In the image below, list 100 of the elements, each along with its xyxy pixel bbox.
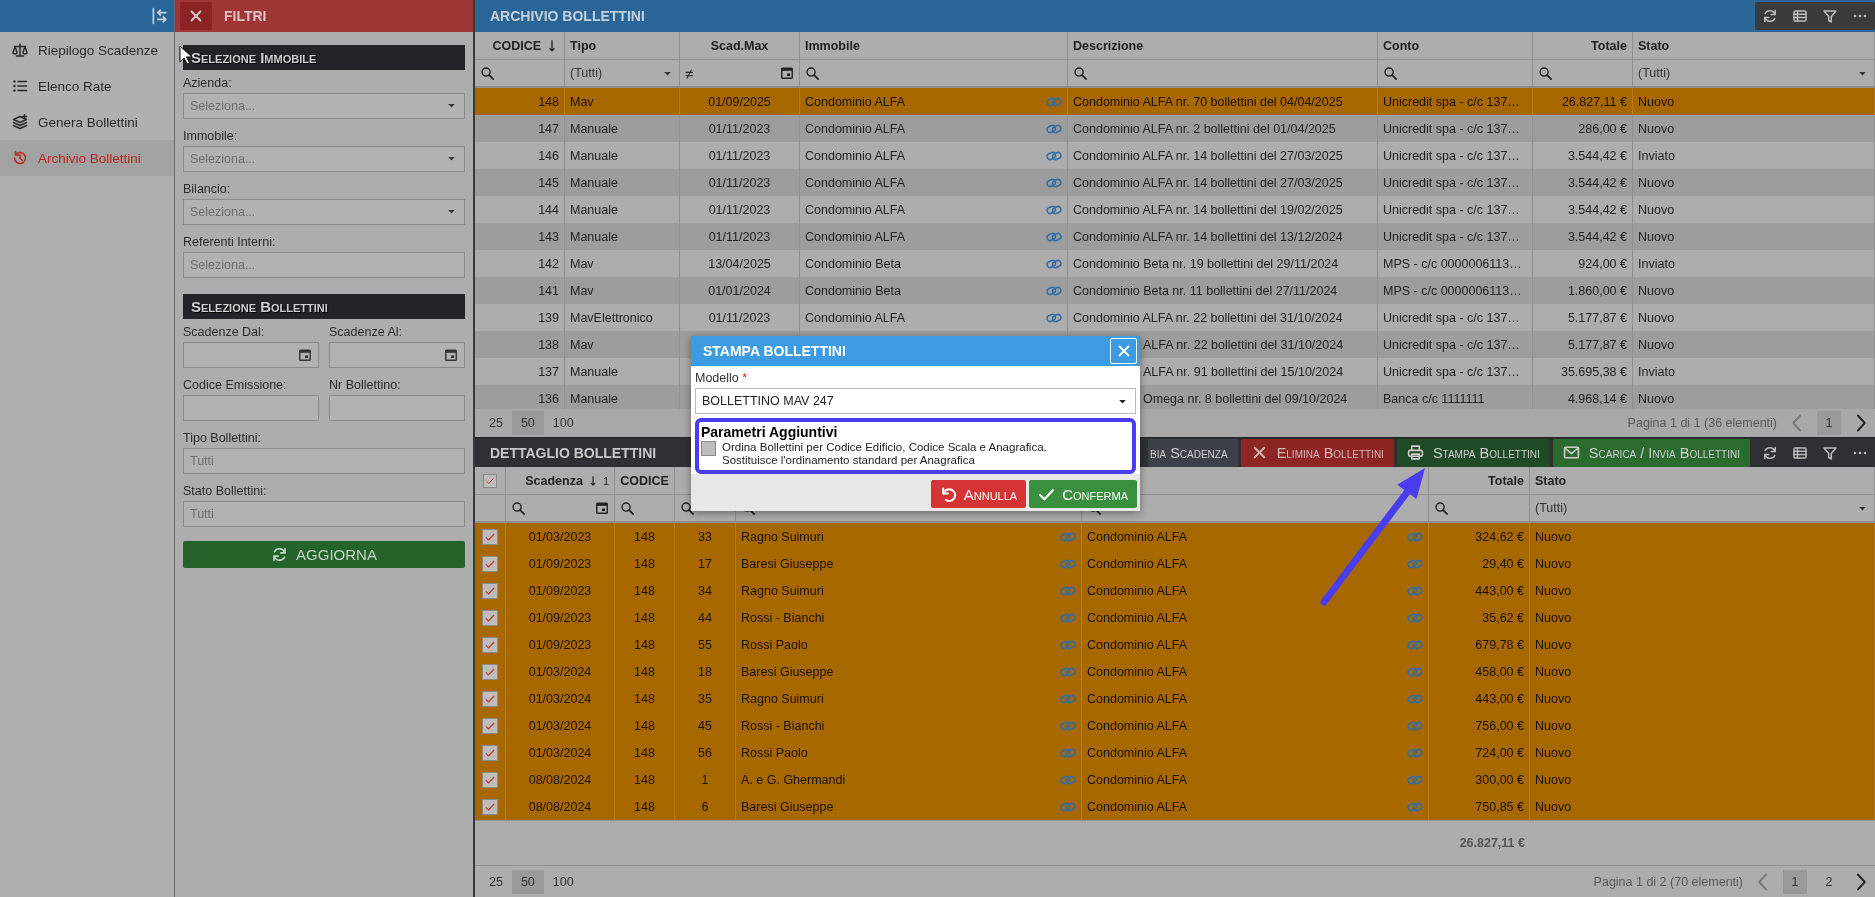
table-cell: 08/08/2024 bbox=[528, 799, 592, 814]
refresh-icon[interactable] bbox=[1762, 444, 1778, 461]
confirm-button[interactable]: Conferma bbox=[1029, 480, 1137, 508]
date-field[interactable] bbox=[329, 342, 465, 368]
text-field[interactable] bbox=[329, 395, 465, 421]
table-row[interactable]: 145 Manuale 01/11/2023 Condominio ALFA Condominio ALFA nr. 14 bollettini del 27/03/2025 Unicredit spa - c/c 137… 3.544,42 € Nuovo bbox=[475, 169, 1875, 196]
page-size-option[interactable]: 50 bbox=[511, 869, 544, 894]
search-icon[interactable] bbox=[1434, 500, 1449, 516]
select-field[interactable]: Seleziona... bbox=[183, 146, 465, 172]
print-button[interactable]: Stampa Bollettini bbox=[1396, 438, 1550, 467]
table-row[interactable]: 01/03/2023 148 33 Ragno Suimuri Condominio ALFA 324,62 € Nuovo bbox=[475, 523, 1875, 550]
checkbox[interactable] bbox=[482, 636, 498, 653]
column-header[interactable]: Totale bbox=[1488, 473, 1524, 488]
table-icon[interactable] bbox=[1792, 8, 1808, 24]
toolbar-button[interactable]: bia Scadenza bbox=[1148, 438, 1238, 467]
column-header[interactable]: Stato bbox=[1535, 473, 1567, 488]
filter-icon[interactable] bbox=[1822, 8, 1838, 24]
sidebar-item[interactable]: Genera Bollettini bbox=[0, 104, 174, 140]
table-row[interactable]: 01/09/2023 148 17 Baresi Giuseppe Condominio ALFA 29,40 € Nuovo bbox=[475, 550, 1875, 577]
search-icon[interactable] bbox=[511, 500, 526, 516]
filter-dropdown[interactable]: (Tutti) bbox=[570, 66, 674, 80]
column-header[interactable]: Tipo bbox=[570, 38, 597, 53]
table-row[interactable]: 01/03/2024 148 18 Baresi Giuseppe Condominio ALFA 458,00 € Nuovo bbox=[475, 658, 1875, 685]
sidebar-item[interactable]: Elenco Rate bbox=[0, 68, 174, 104]
page-size-option[interactable]: 100 bbox=[543, 411, 583, 435]
filter-dropdown[interactable]: (Tutti) bbox=[1535, 501, 1869, 515]
scales-icon bbox=[12, 42, 28, 58]
table-row[interactable]: 01/09/2023 148 34 Ragno Suimuri Condominio ALFA 443,00 € Nuovo bbox=[475, 577, 1875, 604]
checkbox[interactable] bbox=[483, 473, 497, 488]
table-icon[interactable] bbox=[1792, 444, 1808, 461]
checkbox[interactable] bbox=[482, 582, 498, 599]
page-size-option[interactable]: 100 bbox=[543, 869, 583, 894]
select-field[interactable]: BOLLETTINO MAV 247 bbox=[695, 388, 1136, 414]
table-row[interactable]: 01/03/2024 148 45 Rossi - Bianchi Condominio ALFA 756,00 € Nuovo bbox=[475, 712, 1875, 739]
search-icon[interactable] bbox=[1538, 65, 1553, 81]
calendar-icon[interactable] bbox=[595, 501, 609, 515]
column-header[interactable]: CODICE bbox=[492, 38, 541, 53]
column-header[interactable]: Scad.Max bbox=[710, 38, 769, 53]
checkbox[interactable] bbox=[482, 690, 498, 707]
table-row[interactable]: 143 Manuale 01/11/2023 Condominio ALFA Condominio ALFA nr. 14 bollettini del 13/12/2024 Unicredit spa - c/c 137… 3.544,42 € Nuovo bbox=[475, 223, 1875, 250]
text-field[interactable]: Seleziona... bbox=[183, 252, 465, 278]
column-header[interactable]: Scadenza bbox=[525, 473, 583, 488]
table-row[interactable]: 01/09/2023 148 55 Rossi Paolo Condominio ALFA 679,78 € Nuovo bbox=[475, 631, 1875, 658]
search-icon[interactable] bbox=[805, 65, 820, 81]
checkbox[interactable] bbox=[701, 441, 716, 456]
page-number[interactable]: 2 bbox=[1817, 869, 1841, 894]
select-field[interactable]: Seleziona... bbox=[183, 199, 465, 225]
close-button[interactable] bbox=[1110, 338, 1137, 364]
refresh-icon[interactable] bbox=[1762, 8, 1778, 24]
calendar-icon[interactable] bbox=[444, 348, 458, 362]
send-button[interactable]: Scarica / Invia Bollettini bbox=[1552, 438, 1750, 467]
checkbox[interactable] bbox=[482, 555, 498, 572]
page-size-option[interactable]: 25 bbox=[480, 411, 512, 435]
refresh-button[interactable]: AGGIORNA bbox=[183, 541, 465, 568]
delete-button[interactable]: Elimina Bollettini bbox=[1240, 438, 1394, 467]
text-field[interactable] bbox=[183, 395, 319, 421]
text-field[interactable]: Tutti bbox=[183, 448, 465, 474]
search-icon[interactable] bbox=[480, 65, 495, 81]
checkbox[interactable] bbox=[482, 798, 498, 815]
text-field[interactable]: Tutti bbox=[183, 501, 465, 527]
checkbox[interactable] bbox=[482, 771, 498, 788]
close-button[interactable] bbox=[180, 2, 212, 30]
collapse-sidebar-icon[interactable] bbox=[150, 7, 168, 25]
calendar-icon[interactable] bbox=[298, 348, 312, 362]
checkbox[interactable] bbox=[482, 744, 498, 761]
column-header[interactable]: Descrizione bbox=[1073, 38, 1144, 53]
checkbox[interactable] bbox=[482, 717, 498, 734]
table-row[interactable]: 148 Mav 01/09/2025 Condominio ALFA Condominio ALFA nr. 70 bollettini del 04/04/2025 Unicredit spa - c/c 137… 26.827,11 € Nuovo bbox=[475, 88, 1875, 115]
table-row[interactable]: 08/08/2024 148 1 A. e G. Ghermandi Condominio ALFA 300,00 € Nuovo bbox=[475, 766, 1875, 793]
sidebar-item[interactable]: Riepilogo Scadenze bbox=[0, 32, 174, 68]
checkbox[interactable] bbox=[482, 528, 498, 545]
table-row[interactable]: 08/08/2024 148 6 Baresi Giuseppe Condominio ALFA 750,85 € Nuovo bbox=[475, 793, 1875, 820]
page-size-option[interactable]: 50 bbox=[511, 411, 544, 435]
column-header[interactable]: Conto bbox=[1383, 38, 1420, 53]
page-number[interactable]: 1 bbox=[1817, 411, 1841, 435]
checkbox[interactable] bbox=[482, 663, 498, 680]
calendar-icon[interactable] bbox=[780, 66, 794, 80]
column-header[interactable]: Immobile bbox=[805, 38, 860, 53]
column-header[interactable]: Totale bbox=[1591, 38, 1627, 53]
filter-icon[interactable] bbox=[1822, 444, 1838, 461]
table-row[interactable]: 141 Mav 01/01/2024 Condominio Beta Condominio Beta nr. 11 bollettini del 27/11/2024 MPS - c/c 0000006113… 1.860,00 € Nuovo bbox=[475, 277, 1875, 304]
column-header[interactable]: CODICE bbox=[620, 473, 669, 488]
page-size-option[interactable]: 25 bbox=[480, 869, 512, 894]
operator-symbol[interactable]: ≠ bbox=[685, 64, 694, 82]
column-header[interactable]: Stato bbox=[1638, 38, 1670, 53]
table-row[interactable]: 01/03/2024 148 35 Ragno Suimuri Condominio ALFA 443,00 € Nuovo bbox=[475, 685, 1875, 712]
search-icon[interactable] bbox=[1383, 65, 1398, 81]
date-field[interactable] bbox=[183, 342, 319, 368]
search-icon[interactable] bbox=[620, 500, 635, 516]
table-row[interactable]: 01/03/2024 148 56 Rossi Paolo Condominio ALFA 724,00 € Nuovo bbox=[475, 739, 1875, 766]
table-row[interactable]: 147 Manuale 01/11/2023 Condominio ALFA Condominio ALFA nr. 2 bollettini del 01/04/2025 Unicredit spa - c/c 137… 286,00 € Nuovo bbox=[475, 115, 1875, 142]
filter-dropdown[interactable]: (Tutti) bbox=[1638, 66, 1869, 80]
table-row[interactable]: 01/09/2023 148 44 Rossi - Bianchi Condominio ALFA 35,62 € Nuovo bbox=[475, 604, 1875, 631]
select-field[interactable]: Seleziona... bbox=[183, 93, 465, 119]
table-cell: 756,00 € bbox=[1475, 718, 1524, 733]
search-icon[interactable] bbox=[680, 500, 695, 516]
cancel-button[interactable]: Annulla bbox=[930, 480, 1027, 508]
checkbox[interactable] bbox=[482, 609, 498, 626]
search-icon[interactable] bbox=[1073, 65, 1088, 81]
page-number[interactable]: 1 bbox=[1783, 869, 1807, 894]
